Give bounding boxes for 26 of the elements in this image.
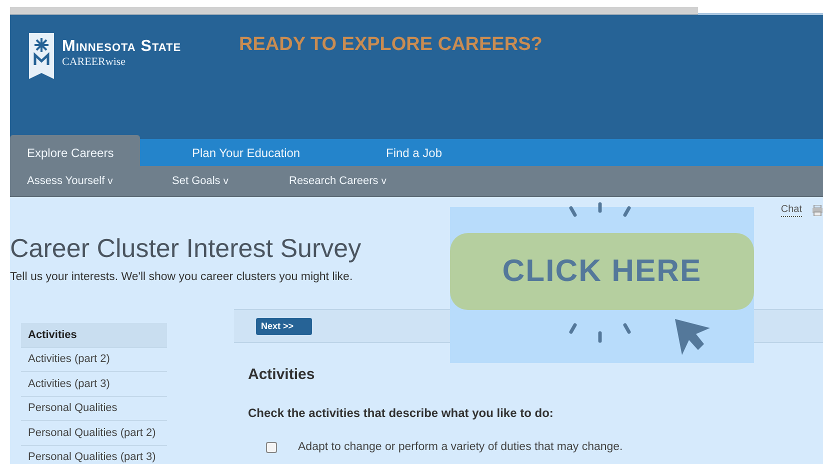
chat-link[interactable]: Chat <box>780 204 802 217</box>
sidebar-item[interactable]: Activities (part 3) <box>21 372 167 397</box>
cursor-icon <box>674 318 712 356</box>
option-label: Adapt to change or perform a variety of duties that may change. <box>298 440 623 455</box>
subnav-menu[interactable]: Assess Yourself v <box>27 172 172 190</box>
survey-instruction: Check the activities that describe what you like to do: <box>248 404 554 422</box>
sidebar-item[interactable]: Activities <box>21 323 167 348</box>
nav-tab[interactable]: Explore Careers <box>10 135 140 166</box>
subnav-menu[interactable]: Research Careers v <box>289 172 419 190</box>
logo-icon <box>29 33 54 79</box>
sidebar-item[interactable]: Personal Qualities (part 3) <box>21 446 167 464</box>
section-title: Activities <box>248 365 316 386</box>
nav-tab[interactable]: Plan Your Education <box>140 139 334 166</box>
page-subtitle: Tell us your interests. We'll show you career clusters you might like. <box>10 270 353 285</box>
subnav-menu[interactable]: Set Goals v <box>172 172 289 190</box>
checkbox[interactable] <box>266 442 277 453</box>
banner-headline: READY TO EXPLORE CAREERS? <box>239 34 542 56</box>
logo-title: Minnesota State <box>62 39 182 55</box>
page-title: Career Cluster Interest Survey <box>10 233 362 263</box>
nav-tab[interactable]: Find a Job <box>334 139 454 166</box>
logo-subtitle: CAREERwise <box>62 55 127 69</box>
next-button[interactable]: Next >> <box>256 318 312 335</box>
sidebar-item[interactable]: Personal Qualities (part 2) <box>21 421 167 446</box>
sidebar-item[interactable]: Activities (part 2) <box>21 348 167 372</box>
print-icon[interactable] <box>812 205 823 216</box>
sidebar-item[interactable]: Personal Qualities <box>21 396 167 422</box>
